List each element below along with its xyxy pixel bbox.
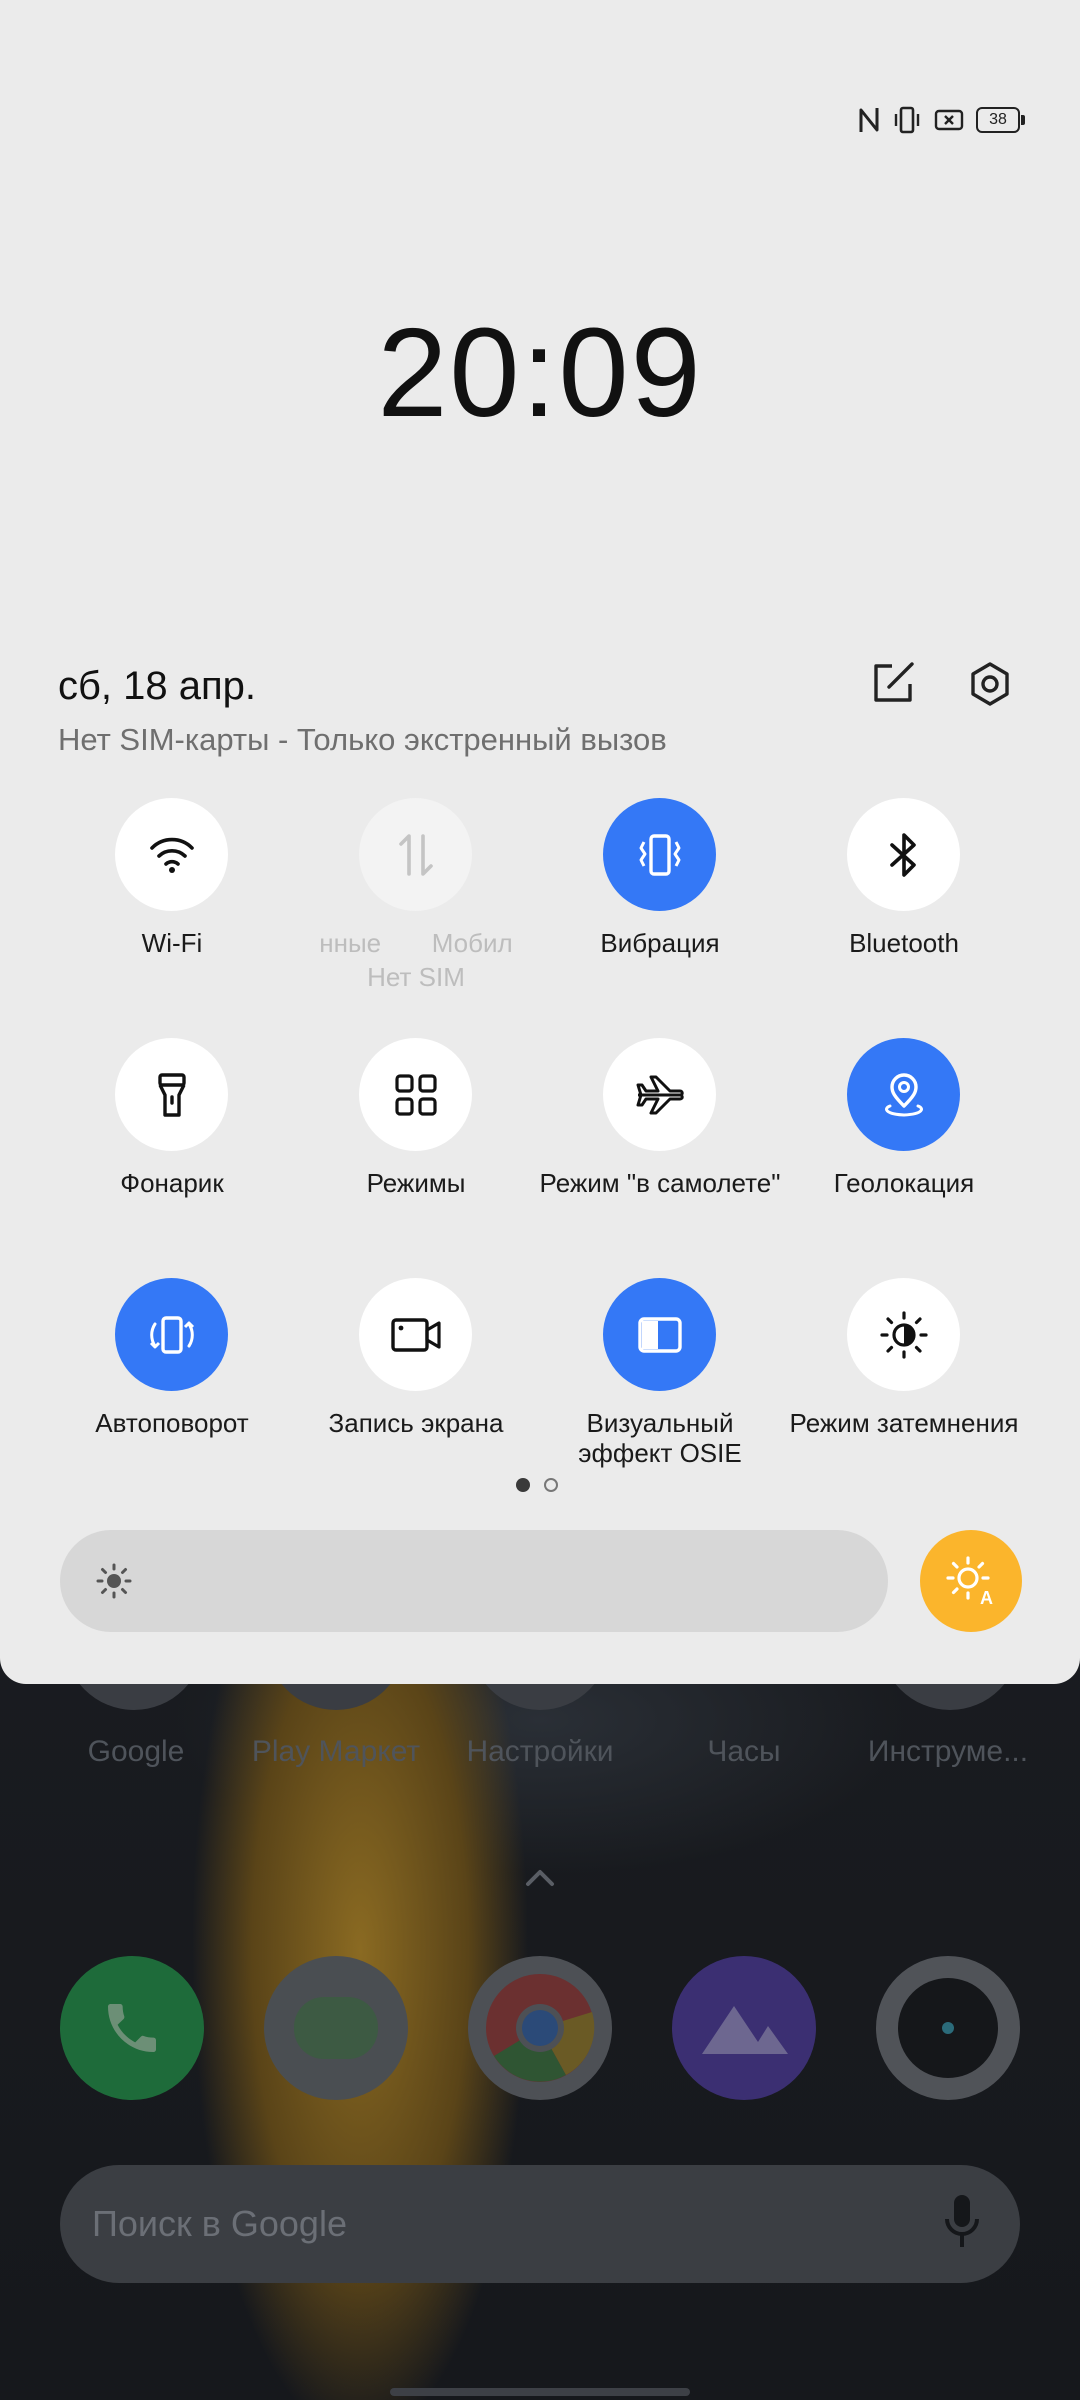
tile-label-wifi: Wi-Fi xyxy=(141,928,203,958)
tile-label-auto-rotate: Автоповорот xyxy=(95,1408,249,1438)
mobile-data-icon[interactable] xyxy=(359,798,472,911)
page-indicator xyxy=(516,1478,558,1492)
tile-label-osie: Визуальный эффект OSIE xyxy=(578,1408,742,1468)
airplane-icon[interactable] xyxy=(603,1038,716,1151)
app-label-clock[interactable]: Часы xyxy=(644,1735,844,1769)
camera-icon[interactable] xyxy=(876,1956,1020,2100)
dark-mode-icon[interactable] xyxy=(847,1278,960,1391)
chevron-up-icon[interactable] xyxy=(520,1858,560,1898)
tile-auto-rotate[interactable]: Автоповорот xyxy=(50,1278,294,1478)
flashlight-icon[interactable] xyxy=(115,1038,228,1151)
modes-grid-icon[interactable] xyxy=(359,1038,472,1151)
search-placeholder: Поиск в Google xyxy=(92,2203,347,2244)
tile-bluetooth[interactable]: Bluetooth xyxy=(782,798,1026,998)
brightness-slider[interactable] xyxy=(60,1530,888,1632)
home-gesture-handle[interactable] xyxy=(390,2388,690,2396)
vibrate-icon[interactable] xyxy=(603,798,716,911)
page-dot-1[interactable] xyxy=(516,1478,530,1492)
quick-settings-shade: 38 20:09 сб, 18 апр. Нет SIM-карты - Тол… xyxy=(0,0,1080,1684)
tile-location[interactable]: Геолокация xyxy=(782,1038,1026,1238)
auto-brightness-button[interactable]: A xyxy=(920,1530,1022,1632)
tile-label-flashlight: Фонарик xyxy=(120,1168,224,1198)
tile-dark-mode[interactable]: Режим затемнения xyxy=(782,1278,1026,1478)
location-icon[interactable] xyxy=(847,1038,960,1151)
osie-icon[interactable] xyxy=(603,1278,716,1391)
tile-label-vibration: Вибрация xyxy=(600,928,720,958)
phone-icon[interactable] xyxy=(60,1956,204,2100)
tile-flashlight[interactable]: Фонарик xyxy=(50,1038,294,1238)
brightness-low-icon xyxy=(96,1563,132,1599)
messages-icon[interactable] xyxy=(264,1956,408,2100)
tile-modes[interactable]: Режимы xyxy=(294,1038,538,1238)
tile-osie[interactable]: Визуальный эффект OSIE xyxy=(538,1278,782,1478)
tile-label-modes: Режимы xyxy=(366,1168,466,1198)
auto-brightness-icon: A xyxy=(946,1556,993,1606)
date-label[interactable]: сб, 18 апр. xyxy=(58,664,256,709)
wifi-icon[interactable] xyxy=(115,798,228,911)
sim-status-text: Нет SIM-карты - Только экстренный вызов xyxy=(58,722,667,757)
auto-rotate-icon[interactable] xyxy=(115,1278,228,1391)
battery-level: 38 xyxy=(989,111,1007,128)
tile-label-location: Геолокация xyxy=(833,1168,975,1198)
battery-icon: 38 xyxy=(976,107,1025,133)
no-sim-icon xyxy=(934,109,964,131)
microphone-icon[interactable] xyxy=(942,2193,982,2253)
page-dot-2[interactable] xyxy=(544,1478,558,1492)
tile-label-mobile-data: нные Мобил xyxy=(319,928,513,958)
app-label-settings[interactable]: Настройки xyxy=(440,1735,640,1769)
tile-label-screen-record: Запись экрана xyxy=(328,1408,504,1438)
tile-sublabel-mobile-data: Нет SIM xyxy=(367,962,465,992)
tile-label-dark-mode: Режим затемнения xyxy=(789,1408,1019,1438)
tile-label-airplane-mode: Режим "в самолете" xyxy=(539,1168,781,1198)
vibrate-icon xyxy=(894,106,920,134)
edit-icon[interactable] xyxy=(870,660,916,706)
app-label-play-market[interactable]: Play Маркет xyxy=(236,1735,436,1769)
lockscreen-clock: 20:09 xyxy=(377,302,703,443)
screen-record-icon[interactable] xyxy=(359,1278,472,1391)
chrome-icon[interactable] xyxy=(468,1956,612,2100)
tile-label-bluetooth: Bluetooth xyxy=(849,928,959,958)
tile-vibration[interactable]: Вибрация xyxy=(538,798,782,998)
tile-screen-record[interactable]: Запись экрана xyxy=(294,1278,538,1478)
google-search-bar[interactable]: Поиск в Google xyxy=(60,2165,1020,2283)
nfc-icon xyxy=(859,108,879,132)
tile-airplane-mode[interactable]: Режим "в самолете" xyxy=(538,1038,782,1238)
app-label-tools[interactable]: Инструме... xyxy=(848,1735,1048,1769)
app-label-google[interactable]: Google xyxy=(36,1735,236,1769)
tile-wifi[interactable]: Wi-Fi xyxy=(50,798,294,998)
bluetooth-icon[interactable] xyxy=(847,798,960,911)
gallery-icon[interactable] xyxy=(672,1956,816,2100)
svg-text:A: A xyxy=(980,1588,993,1606)
settings-gear-icon[interactable] xyxy=(966,660,1014,708)
tile-mobile-data[interactable]: нные Мобил Нет SIM xyxy=(294,798,538,998)
status-icons: 38 xyxy=(858,104,1025,136)
